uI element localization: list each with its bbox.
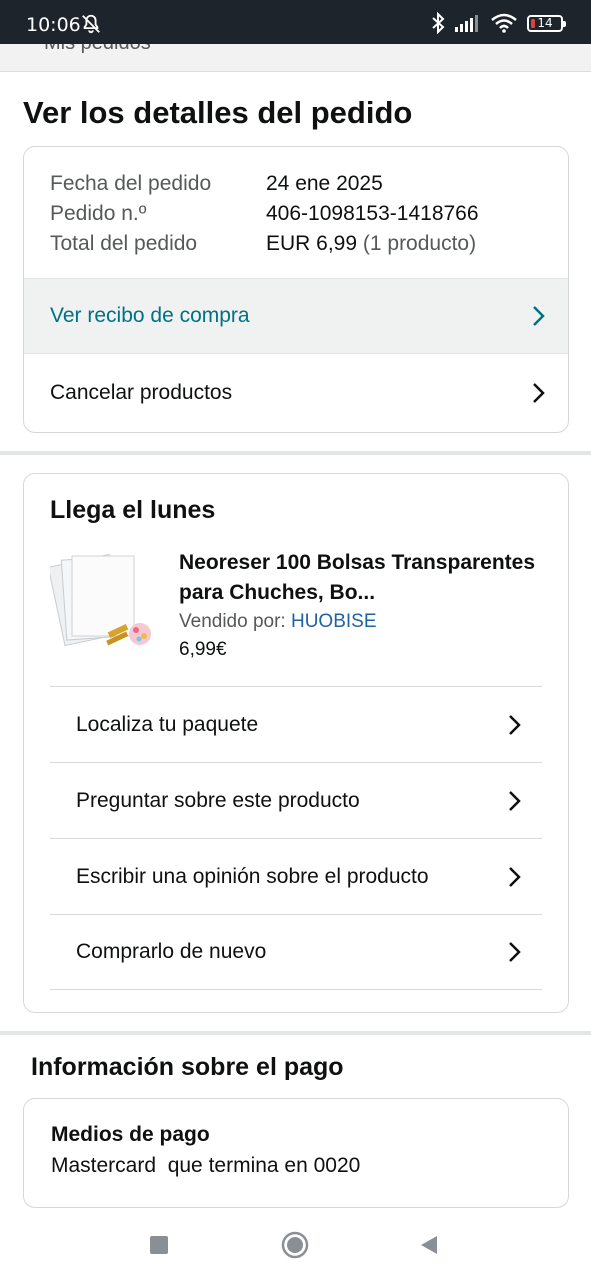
order-number-value: 406-1098153-1418766	[266, 202, 479, 225]
order-total-value: EUR 6,99	[266, 232, 358, 255]
triangle-back-icon	[421, 1236, 437, 1254]
section-divider	[0, 451, 591, 455]
signal-icon	[455, 15, 478, 32]
square-icon	[150, 1236, 168, 1254]
buy-again-button[interactable]: Comprarlo de nuevo	[50, 914, 542, 990]
action-label: Comprarlo de nuevo	[76, 940, 267, 963]
payment-section-title: Información sobre el pago	[31, 1053, 344, 1081]
view-receipt-label: Ver recibo de compra	[50, 304, 250, 327]
chevron-right-icon	[509, 714, 521, 735]
chevron-right-icon	[509, 866, 521, 887]
write-review-button[interactable]: Escribir una opinión sobre el producto	[50, 838, 542, 914]
order-summary-card: Fecha del pedido 24 ene 2025 Pedido n.º …	[23, 146, 569, 433]
action-label: Localiza tu paquete	[76, 712, 259, 736]
seller-link[interactable]: HUOBISE	[291, 611, 377, 632]
action-label: Escribir una opinión sobre el producto	[76, 864, 429, 888]
cancel-products-link[interactable]: Cancelar productos	[24, 354, 568, 432]
delivery-card: Llega el lunes Neoreser 100 Bolsas Trans…	[23, 473, 569, 1013]
recents-button[interactable]	[142, 1228, 176, 1262]
product-seller: Vendido por: HUOBISE	[179, 611, 549, 633]
product-title[interactable]: Neoreser 100 Bolsas Transparentes para C…	[179, 548, 549, 608]
chevron-right-icon	[509, 790, 521, 811]
product-image[interactable]	[50, 550, 160, 660]
order-details: Fecha del pedido 24 ene 2025 Pedido n.º …	[24, 147, 568, 259]
product-info: Neoreser 100 Bolsas Transparentes para C…	[179, 548, 549, 661]
battery-level: 14	[537, 16, 553, 30]
back-button[interactable]	[412, 1228, 446, 1262]
battery-icon: 14	[527, 14, 566, 32]
order-date-value: 24 ene 2025	[266, 172, 383, 195]
action-label: Preguntar sobre este producto	[76, 788, 360, 812]
circle-icon	[281, 1231, 309, 1259]
order-date-label: Fecha del pedido	[50, 172, 212, 195]
product-actions: Localiza tu paquete Preguntar sobre este…	[50, 686, 542, 990]
chevron-right-icon	[533, 306, 545, 326]
mute-notification-icon	[82, 14, 100, 34]
status-time: 10:06	[26, 14, 81, 36]
delivery-title: Llega el lunes	[50, 496, 216, 524]
track-package-button[interactable]: Localiza tu paquete	[50, 686, 542, 762]
order-total-label: Total del pedido	[50, 232, 198, 255]
home-button[interactable]	[278, 1228, 312, 1262]
page-title: Ver los detalles del pedido	[23, 95, 413, 130]
order-total-row: Total del pedido EUR 6,99 (1 producto)	[50, 229, 568, 259]
view-receipt-link[interactable]: Ver recibo de compra	[24, 278, 568, 354]
bluetooth-icon	[432, 12, 445, 34]
order-total-count: (1 producto)	[357, 232, 477, 255]
ask-about-product-button[interactable]: Preguntar sobre este producto	[50, 762, 542, 838]
product-price: 6,99€	[179, 639, 227, 660]
order-date-row: Fecha del pedido 24 ene 2025	[50, 169, 568, 199]
payment-method-value: Mastercard que termina en 0020	[51, 1154, 361, 1177]
chevron-right-icon	[509, 942, 521, 962]
status-bar: 10:06 14	[0, 0, 591, 44]
cancel-products-label: Cancelar productos	[50, 381, 233, 404]
chevron-right-icon	[533, 383, 545, 403]
order-number-row: Pedido n.º 406-1098153-1418766	[50, 199, 568, 229]
payment-method-label: Medios de pago	[51, 1123, 210, 1146]
seller-prefix: Vendido por:	[179, 611, 291, 632]
order-number-label: Pedido n.º	[50, 202, 147, 225]
system-nav-bar	[0, 1208, 591, 1280]
scrolled-header: Mis pedidos	[0, 44, 591, 72]
wifi-icon	[491, 13, 517, 33]
section-divider	[0, 1031, 591, 1035]
payment-card: Medios de pago Mastercard que termina en…	[23, 1098, 569, 1208]
scrolled-header-text: Mis pedidos	[44, 44, 151, 55]
